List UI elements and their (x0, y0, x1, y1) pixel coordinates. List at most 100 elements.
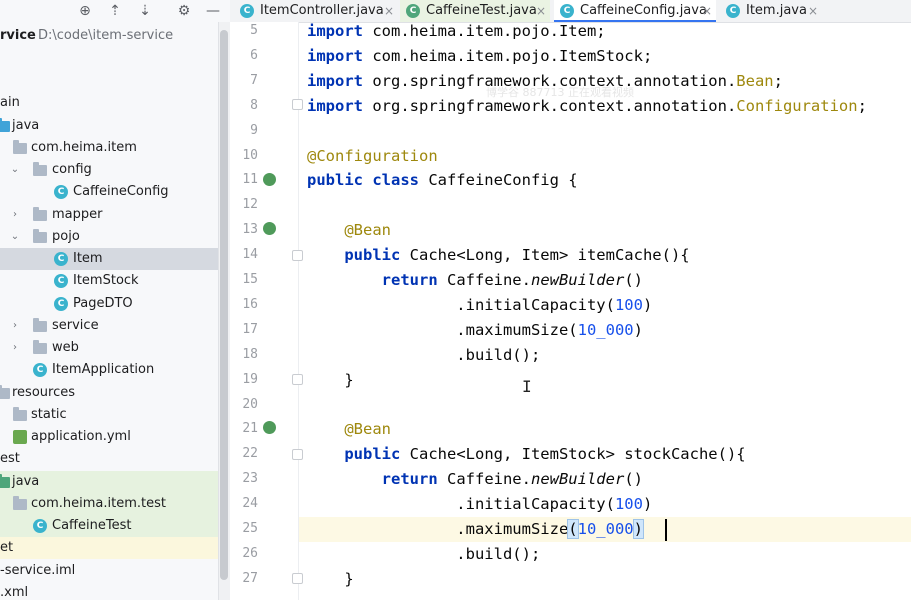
chevron-right-icon[interactable]: › (9, 204, 21, 226)
tree-item-label: config (52, 162, 92, 177)
tab-caffeineconfig[interactable]: C CaffeineConfig.java × (554, 0, 716, 22)
tree-item-web[interactable]: › web (0, 337, 218, 359)
tree-item-static[interactable]: static (0, 404, 218, 426)
line-number: 19 (242, 371, 258, 387)
code-token: Configuration (736, 96, 858, 115)
tree-item-label: service (52, 318, 99, 333)
package-icon (33, 340, 47, 354)
chevron-right-icon[interactable]: › (9, 315, 21, 337)
tree-item-label: CaffeineConfig (73, 184, 169, 199)
tree-item-target[interactable]: et (0, 537, 218, 559)
code-token: import (307, 46, 363, 65)
tab-label: Item.java (746, 3, 807, 18)
class-icon: C (240, 4, 254, 18)
gear-icon[interactable]: ⚙ (175, 2, 193, 20)
code-line: .initialCapacity(100) (307, 492, 652, 517)
tree-item-iml[interactable]: -service.iml (0, 560, 218, 582)
tree-item-label: est (0, 451, 20, 466)
line-number: 22 (242, 446, 258, 462)
code-line: .maximumSize(10_000) (307, 517, 645, 542)
locate-icon[interactable]: ⊕ (76, 2, 94, 20)
line-number: 11 (242, 172, 258, 188)
editor-tab-bar: C ItemController.java × C CaffeineTest.j… (230, 0, 911, 23)
chevron-right-icon[interactable]: › (9, 337, 21, 359)
spring-bean-icon[interactable] (263, 421, 276, 434)
code-token: return (307, 470, 438, 489)
code-token: .initialCapacity( (307, 495, 615, 514)
chevron-down-icon[interactable]: ⌄ (9, 226, 21, 248)
tree-root[interactable]: rvice D:\code\item-service (0, 25, 218, 47)
tree-item-label: com.heima.item (31, 140, 137, 155)
tab-label: CaffeineTest.java (426, 3, 537, 18)
tree-item-application-yml[interactable]: application.yml (0, 426, 218, 448)
close-icon[interactable]: × (536, 0, 546, 22)
tree-item-label: .xml (0, 585, 29, 600)
line-number: 13 (242, 222, 258, 238)
line-number: 6 (250, 47, 258, 63)
tree-item-main[interactable]: ain (0, 92, 218, 114)
tree-item-itemapplication[interactable]: C ItemApplication (0, 359, 218, 381)
package-icon (33, 207, 47, 221)
line-number: 5 (250, 23, 258, 38)
tree-item-test-package[interactable]: com.heima.item.test (0, 493, 218, 515)
expand-all-icon[interactable]: ⇡ (106, 2, 124, 20)
code-token: com.heima.item.pojo.Item; (363, 22, 606, 40)
tree-item-label: java (12, 118, 40, 133)
watermark: 博学谷 887713 正在观看视频 (486, 86, 634, 99)
hide-panel-icon[interactable]: — (204, 2, 222, 20)
class-icon: C (560, 4, 574, 18)
spring-config-icon[interactable] (263, 173, 276, 186)
tab-caffeinetest[interactable]: C CaffeineTest.java × (400, 0, 550, 22)
tree-item-item[interactable]: C Item (0, 248, 218, 270)
tree-item-mapper[interactable]: › mapper (0, 204, 218, 226)
test-class-icon: C (33, 519, 47, 533)
close-icon[interactable]: × (702, 0, 712, 22)
code-line: .maximumSize(10_000) (307, 318, 643, 343)
code-token: import (307, 96, 363, 115)
close-icon[interactable]: × (808, 0, 818, 22)
close-icon[interactable]: × (384, 0, 394, 22)
spring-bean-icon[interactable] (263, 222, 276, 235)
tree-item-caffeineconfig[interactable]: C CaffeineConfig (0, 181, 218, 203)
code-token: ) (632, 519, 645, 539)
tree-item-resources[interactable]: resources (0, 382, 218, 404)
tab-item[interactable]: C Item.java × (720, 0, 820, 22)
class-icon: C (54, 297, 68, 311)
resources-folder-icon (0, 385, 10, 399)
test-class-icon: C (406, 4, 420, 18)
code-token: .maximumSize (307, 520, 569, 538)
yaml-file-icon (13, 430, 27, 444)
code-token: newBuilder (530, 271, 625, 289)
line-number: 24 (242, 496, 258, 512)
tree-scrollbar[interactable] (220, 30, 228, 580)
tab-itemcontroller[interactable]: C ItemController.java × (234, 0, 396, 22)
code-token: ( (567, 519, 579, 539)
tree-item-config[interactable]: ⌄ config (0, 159, 218, 181)
code-line: .build(); (307, 343, 540, 368)
code-token: ) (633, 320, 643, 339)
code-token: () (624, 470, 643, 489)
tree-root-name: rvice (0, 28, 36, 43)
tree-item-test[interactable]: est (0, 448, 218, 470)
tree-item-java[interactable]: java (0, 115, 218, 137)
tree-item-pom[interactable]: .xml (0, 582, 218, 600)
code-line: .initialCapacity(100) (307, 293, 652, 318)
code-line: @Configuration (307, 144, 438, 169)
tree-item-pagedto[interactable]: C PageDTO (0, 293, 218, 315)
code-editor[interactable]: import com.heima.item.pojo.Item; import c… (299, 22, 911, 600)
tree-item-service[interactable]: › service (0, 315, 218, 337)
tree-item-itemstock[interactable]: C ItemStock (0, 270, 218, 292)
tree-item-caffeinetest[interactable]: C CaffeineTest (0, 515, 218, 537)
tree-item-test-java[interactable]: java (0, 471, 218, 493)
code-token: import (307, 22, 363, 40)
line-number: 7 (250, 72, 258, 88)
chevron-down-icon[interactable]: ⌄ (9, 159, 21, 181)
code-token: CaffeineConfig { (418, 171, 578, 190)
tree-item-pojo[interactable]: ⌄ pojo (0, 226, 218, 248)
tree-item-package[interactable]: com.heima.item (0, 137, 218, 159)
code-line: public Cache<Long, ItemStock> stockCache… (307, 442, 745, 467)
collapse-all-icon[interactable]: ⇣ (136, 2, 154, 20)
code-token: public (307, 445, 401, 464)
tree-item-label: et (0, 540, 14, 555)
code-token: .build(); (307, 544, 541, 563)
